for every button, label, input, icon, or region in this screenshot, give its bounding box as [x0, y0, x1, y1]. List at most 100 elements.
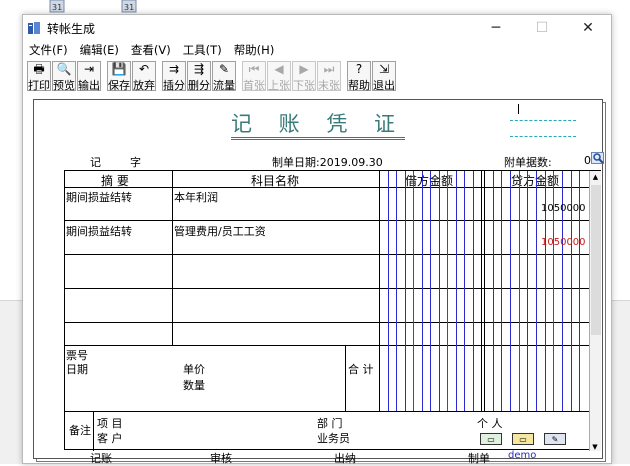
menu-file[interactable]: 文件(F) — [29, 42, 68, 58]
toolbar-button-save[interactable]: 💾 保存 — [107, 61, 131, 92]
maximize-button[interactable]: ☐ — [519, 15, 565, 41]
grid-line — [438, 171, 440, 411]
export-icon: ⇥ — [83, 62, 95, 76]
col-account-header: 科目名称 — [251, 174, 300, 188]
edit-icon[interactable]: ✎ — [544, 433, 566, 445]
close-icon: ✕ — [582, 20, 594, 36]
row-divider — [65, 288, 600, 289]
toolbar-button-next[interactable]: ▶ 下张 — [292, 61, 316, 92]
toolbar-label: 删分 — [188, 79, 210, 92]
card-icon[interactable]: ▭ — [512, 433, 534, 445]
grid-line — [527, 171, 529, 411]
column-divider — [93, 411, 94, 451]
vertical-scrollbar[interactable]: ▲ ▼ — [589, 171, 601, 451]
grid-line — [430, 171, 431, 411]
voucher-header: 记 字 制单日期:2019.09.30 附单据数: 0 — [34, 152, 604, 170]
toolbar-button-exit[interactable]: ⇲ 退出 — [372, 61, 396, 92]
menu-edit[interactable]: 编辑(E) — [80, 42, 119, 58]
toolbar-button-help[interactable]: ? 帮助 — [347, 61, 371, 92]
row2-summary[interactable]: 期间损益结转 — [66, 223, 132, 239]
toolbar-button-delete-row[interactable]: ⇶ 删分 — [187, 61, 211, 92]
toolbar-label: 末张 — [318, 79, 340, 92]
title-bar[interactable]: 转帐生成 ─ ☐ ✕ — [23, 15, 611, 41]
grid-line — [472, 171, 474, 411]
toolbar-label: 上张 — [268, 79, 290, 92]
column-divider — [481, 171, 482, 411]
customer-label: 客 户 — [97, 432, 123, 445]
toolbar-label: 输出 — [78, 79, 100, 92]
voucher-number-label: 字 — [130, 156, 141, 169]
minimize-icon: ─ — [491, 20, 501, 36]
maximize-icon: ☐ — [535, 20, 549, 36]
row2-account[interactable]: 管理费用/员工工资 — [174, 223, 266, 239]
scroll-thumb[interactable] — [591, 185, 601, 335]
toolbar-label: 帮助 — [348, 79, 370, 92]
exit-icon: ⇲ — [378, 62, 390, 76]
row2-credit[interactable]: 1050000 — [541, 237, 586, 248]
close-button[interactable]: ✕ — [565, 15, 611, 41]
toolbar-label: 首张 — [243, 79, 265, 92]
toolbar-label: 放弃 — [133, 79, 155, 92]
menu-tools[interactable]: 工具(T) — [183, 42, 222, 58]
attachments-label: 附单据数: — [504, 156, 552, 169]
flow-icon: ✎ — [218, 62, 230, 76]
first-icon: ⏮ — [248, 62, 260, 76]
grid-line — [387, 171, 389, 411]
toolbar-label: 插分 — [163, 79, 185, 92]
toolbar-button-last[interactable]: ⏭ 末张 — [317, 61, 341, 92]
grid-line — [421, 171, 423, 411]
svg-text:31: 31 — [124, 3, 134, 12]
total-label: 合 计 — [348, 363, 374, 376]
voucher-type[interactable]: 记 — [90, 154, 101, 170]
desktop-icon[interactable]: 31 — [38, 0, 74, 14]
desktop-icon[interactable]: 31 — [110, 0, 146, 14]
toolbar-label: 预览 — [53, 79, 75, 92]
row-divider — [65, 411, 600, 412]
toolbar-button-insert-row[interactable]: ⇉ 插分 — [162, 61, 186, 92]
menu-help[interactable]: 帮助(H) — [234, 42, 275, 58]
preparer-value: demo — [508, 450, 537, 461]
scroll-up-icon[interactable]: ▲ — [590, 171, 601, 183]
save-icon: 💾 — [111, 62, 127, 76]
column-divider — [345, 345, 346, 411]
voucher-footer: 记账 审核 出纳 制单 demo — [34, 450, 602, 465]
row1-account[interactable]: 本年利润 — [174, 189, 218, 205]
salesman-label: 业务员 — [317, 432, 350, 445]
toolbar-label: 保存 — [108, 79, 130, 92]
grid-line — [413, 171, 414, 411]
toolbar-button-printer[interactable]: 🖶 打印 — [27, 61, 51, 92]
toolbar-button-undo[interactable]: ↶ 放弃 — [132, 61, 156, 92]
row1-credit[interactable]: 1050000 — [541, 203, 586, 214]
minimize-button[interactable]: ─ — [473, 15, 519, 41]
grid-line — [404, 171, 406, 411]
search-icon[interactable] — [591, 152, 604, 164]
grid-line — [447, 171, 448, 411]
help-icon: ? — [355, 62, 363, 76]
remarks-label: 备注 — [69, 424, 91, 437]
row1-summary[interactable]: 期间损益结转 — [66, 189, 132, 205]
voucher-tool-icon[interactable]: ▭ — [480, 433, 502, 445]
attachments-value[interactable]: 0 — [584, 154, 591, 167]
last-icon: ⏭ — [323, 62, 335, 76]
undo-icon: ↶ — [138, 62, 150, 76]
toolbar-button-preview[interactable]: 🔍 预览 — [52, 61, 76, 92]
menu-view[interactable]: 查看(V) — [131, 42, 171, 58]
person-label: 个 人 — [477, 417, 503, 430]
row-divider — [65, 254, 600, 255]
toolbar: 🖶 打印 🔍 预览 ⇥ 输出 💾 保存 ↶ 放弃 ⇉ 插分 ⇶ 删分 ✎ 流量 ⏮ 首张 ◀ 上张 ▶ 下张 ⏭ 末张? 帮助 ⇲… — [23, 59, 611, 93]
column-divider — [172, 171, 173, 345]
delete-row-icon: ⇶ — [193, 62, 205, 76]
col-summary-header: 摘 要 — [101, 174, 129, 188]
toolbar-button-prev[interactable]: ◀ 上张 — [267, 61, 291, 92]
grid-line — [518, 171, 520, 411]
preview-icon: 🔍 — [56, 62, 72, 76]
window-title: 转帐生成 — [47, 21, 96, 36]
toolbar-button-first[interactable]: ⏮ 首张 — [242, 61, 266, 92]
printer-icon: 🖶 — [33, 62, 45, 76]
voucher-date[interactable]: 制单日期:2019.09.30 — [272, 154, 383, 170]
voucher-title: 记 账 凭 证 — [34, 108, 602, 140]
svg-text:31: 31 — [52, 3, 62, 12]
toolbar-button-export[interactable]: ⇥ 输出 — [77, 61, 101, 92]
menu-bar: 文件(F) 编辑(E) 查看(V) 工具(T) 帮助(H) — [23, 41, 611, 59]
toolbar-button-flow[interactable]: ✎ 流量 — [212, 61, 236, 92]
